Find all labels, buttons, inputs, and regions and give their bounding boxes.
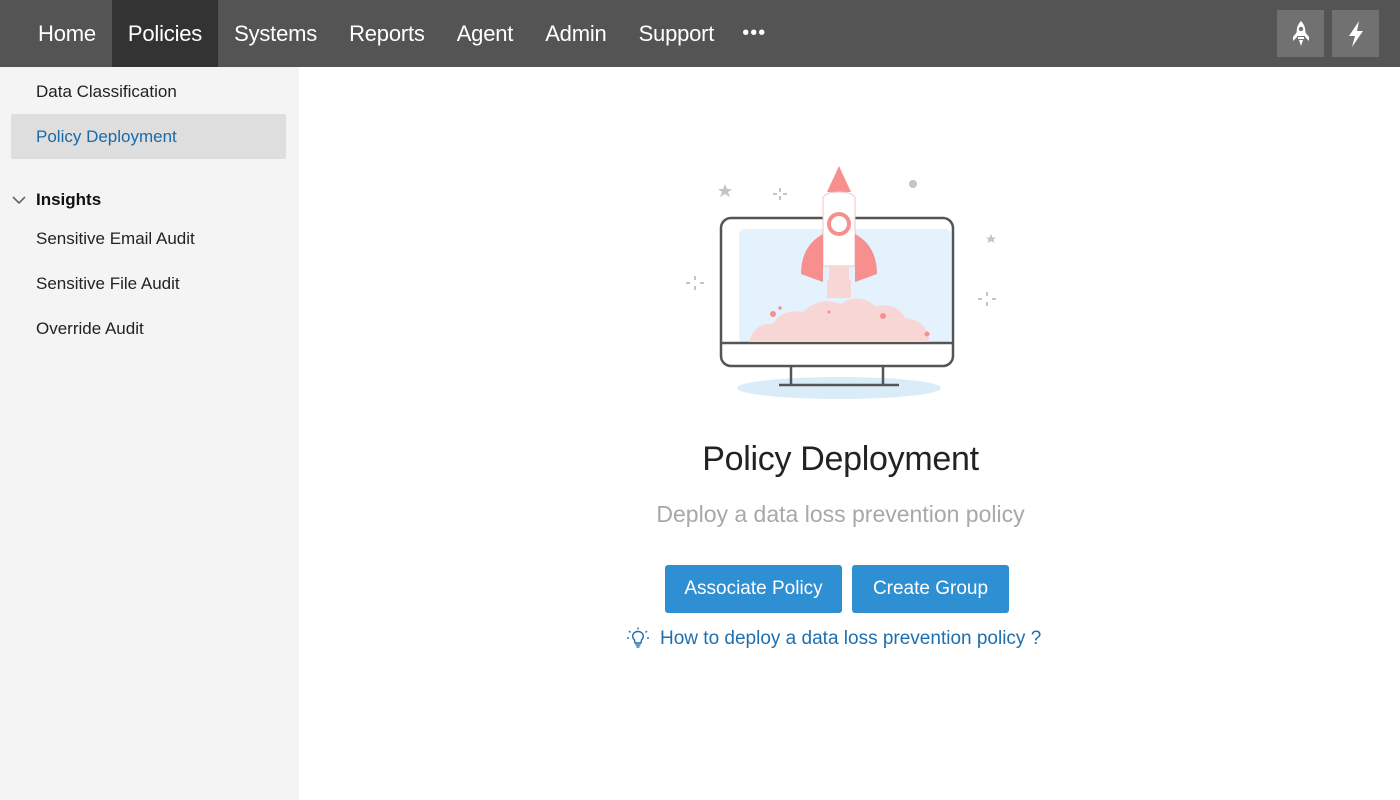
lightbulb-icon <box>627 627 649 648</box>
sidebar-item-policy-deployment[interactable]: Policy Deployment <box>11 114 286 159</box>
main-content: Policy Deployment Deploy a data loss pre… <box>299 67 1400 800</box>
help-link[interactable]: How to deploy a data loss prevention pol… <box>660 628 1041 650</box>
nav-policies[interactable]: Policies <box>111 0 219 67</box>
top-navigation: Home Policies Systems Reports Agent Admi… <box>0 0 1400 67</box>
lightning-icon <box>1348 20 1363 47</box>
nav-reports[interactable]: Reports <box>333 0 441 67</box>
more-menu-icon[interactable]: ••• <box>730 0 778 67</box>
chevron-down-icon <box>11 195 36 205</box>
page-subtitle: Deploy a data loss prevention policy <box>656 501 1025 527</box>
nav-home[interactable]: Home <box>22 0 112 67</box>
sidebar-item-data-classification[interactable]: Data Classification <box>11 69 286 114</box>
star-icon <box>718 184 732 197</box>
nav-admin[interactable]: Admin <box>529 0 622 67</box>
nav-support[interactable]: Support <box>623 0 731 67</box>
sidebar-item-sensitive-email-audit[interactable]: Sensitive Email Audit <box>11 216 286 261</box>
lightning-button[interactable] <box>1332 10 1379 57</box>
sidebar: Data Classification Policy Deployment In… <box>0 67 299 800</box>
associate-policy-button[interactable]: Associate Policy <box>665 565 842 613</box>
nav-systems[interactable]: Systems <box>218 0 333 67</box>
sidebar-item-sensitive-file-audit[interactable]: Sensitive File Audit <box>11 261 286 306</box>
rocket-launch-illustration <box>686 166 996 399</box>
sidebar-item-override-audit[interactable]: Override Audit <box>11 306 286 351</box>
create-group-button[interactable]: Create Group <box>852 565 1009 613</box>
star-icon <box>986 234 996 243</box>
nav-items: Home Policies Systems Reports Agent Admi… <box>0 0 778 67</box>
page-title: Policy Deployment <box>702 440 979 478</box>
rocket-icon <box>1292 20 1309 46</box>
help-link-container[interactable]: How to deploy a data loss prevention pol… <box>626 627 1041 651</box>
rocket-button[interactable] <box>1277 10 1324 57</box>
nav-right-actions <box>1277 10 1379 57</box>
sidebar-group-insights[interactable]: Insights <box>11 183 286 217</box>
sidebar-group-label: Insights <box>36 190 102 209</box>
nav-agent[interactable]: Agent <box>441 0 530 67</box>
